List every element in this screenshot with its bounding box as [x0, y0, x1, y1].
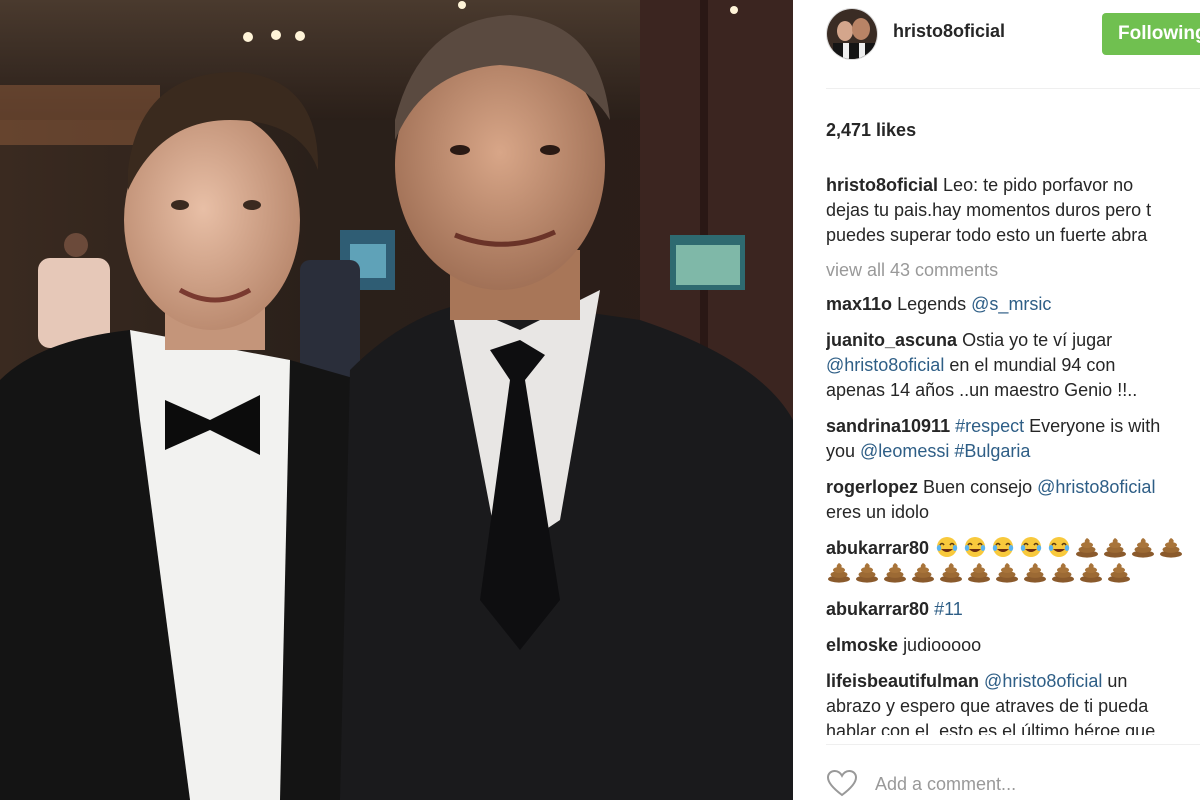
caption-text: dejas tu pais.hay momentos duros pero t — [826, 200, 1152, 220]
comment-item: rogerlopez Buen consejo @hristo8oficial e… — [826, 475, 1200, 525]
mention-link[interactable]: @hristo8oficial — [984, 671, 1102, 691]
caption-text: Leo: te pido porfavor no — [943, 175, 1134, 195]
comment-text: hablar con el, esto es el último héroe q… — [826, 721, 1156, 735]
comment-username[interactable]: lifeisbeautifulman — [826, 671, 979, 691]
mention-link[interactable]: #Bulgaria — [954, 441, 1030, 461]
post-photo[interactable] — [0, 0, 793, 800]
tears-of-joy-emoji-icon — [962, 536, 988, 558]
add-comment-input[interactable] — [875, 770, 1175, 798]
mention-link[interactable]: @s_mrsic — [971, 294, 1051, 314]
comment-text: apenas 14 años ..un maestro Genio !!.. — [826, 380, 1138, 400]
pile-of-poo-emoji-icon — [938, 561, 964, 583]
caption-text: puedes superar todo esto un fuerte abra — [826, 225, 1148, 245]
comment-item: juanito_ascuna Ostia yo te ví jugar @hris… — [826, 328, 1200, 403]
post-username[interactable]: hristo8oficial — [893, 21, 1005, 42]
pile-of-poo-emoji-icon — [1106, 561, 1132, 583]
pile-of-poo-emoji-icon — [1130, 536, 1156, 558]
comment-username[interactable]: max11o — [826, 294, 892, 314]
comment-item: elmoske judiooooo — [826, 633, 1200, 658]
comment-item: abukarrar80 — [826, 536, 1200, 586]
pile-of-poo-emoji-icon — [994, 561, 1020, 583]
comment-text: en el mundial 94 con — [944, 355, 1116, 375]
comment-text: judiooooo — [903, 635, 982, 655]
comment-username[interactable]: juanito_ascuna — [826, 330, 957, 350]
post-side-panel: hristo8oficial Following 2,471 likes hri… — [793, 0, 1200, 800]
pile-of-poo-emoji-icon — [1102, 536, 1128, 558]
pile-of-poo-emoji-icon — [1158, 536, 1184, 558]
post-header: hristo8oficial Following — [793, 0, 1200, 66]
tears-of-joy-emoji-icon — [1018, 536, 1044, 558]
avatar[interactable] — [826, 8, 878, 60]
comment-item: lifeisbeautifulman @hristo8oficial un abr… — [826, 669, 1200, 735]
pile-of-poo-emoji-icon — [966, 561, 992, 583]
comment-text: abrazo y espero que atraves de ti pueda — [826, 696, 1149, 716]
comment-username[interactable]: sandrina10911 — [826, 416, 950, 436]
mention-link[interactable]: #11 — [934, 599, 963, 619]
comment-username[interactable]: abukarrar80 — [826, 538, 929, 558]
comment-text: you — [826, 441, 861, 461]
comments-list: hristo8oficial Leo: te pido porfavor no … — [826, 173, 1200, 735]
comment-item: max11o Legends @s_mrsic — [826, 292, 1200, 317]
header-divider — [826, 88, 1200, 89]
pile-of-poo-emoji-icon — [1078, 561, 1104, 583]
comment-text: Legends — [897, 294, 972, 314]
comment-text: Buen consejo — [923, 477, 1038, 497]
tears-of-joy-emoji-icon — [934, 536, 960, 558]
comment-username[interactable]: elmoske — [826, 635, 898, 655]
comment-text: eres un idolo — [826, 502, 930, 522]
comment-text: Ostia yo te ví jugar — [962, 330, 1113, 350]
pile-of-poo-emoji-icon — [854, 561, 880, 583]
tears-of-joy-emoji-icon — [990, 536, 1016, 558]
view-all-comments-link[interactable]: view all 43 comments — [826, 259, 1200, 281]
comment-username[interactable]: rogerlopez — [826, 477, 918, 497]
pile-of-poo-emoji-icon — [826, 561, 852, 583]
like-button[interactable] — [826, 769, 858, 797]
comment-text: Everyone is with — [1024, 416, 1161, 436]
tears-of-joy-emoji-icon — [1046, 536, 1072, 558]
pile-of-poo-emoji-icon — [882, 561, 908, 583]
likes-count[interactable]: 2,471 likes — [826, 120, 916, 141]
comment-item: abukarrar80 #11 — [826, 597, 1200, 622]
mention-link[interactable]: @hristo8oficial — [1037, 477, 1155, 497]
mention-link[interactable]: @leomessi — [860, 441, 949, 461]
mention-link[interactable]: @hristo8oficial — [826, 355, 944, 375]
following-button[interactable]: Following — [1102, 13, 1200, 55]
mention-link[interactable]: #respect — [955, 416, 1024, 436]
pile-of-poo-emoji-icon — [1022, 561, 1048, 583]
comment-divider — [826, 744, 1200, 745]
pile-of-poo-emoji-icon — [1074, 536, 1100, 558]
heart-outline-icon — [826, 769, 858, 797]
caption: hristo8oficial Leo: te pido porfavor no … — [826, 173, 1200, 248]
comment-text: un — [1102, 671, 1128, 691]
caption-username[interactable]: hristo8oficial — [826, 175, 938, 195]
comment-item: sandrina10911 #respect Everyone is with y… — [826, 414, 1200, 464]
pile-of-poo-emoji-icon — [1050, 561, 1076, 583]
pile-of-poo-emoji-icon — [910, 561, 936, 583]
comment-username[interactable]: abukarrar80 — [826, 599, 929, 619]
